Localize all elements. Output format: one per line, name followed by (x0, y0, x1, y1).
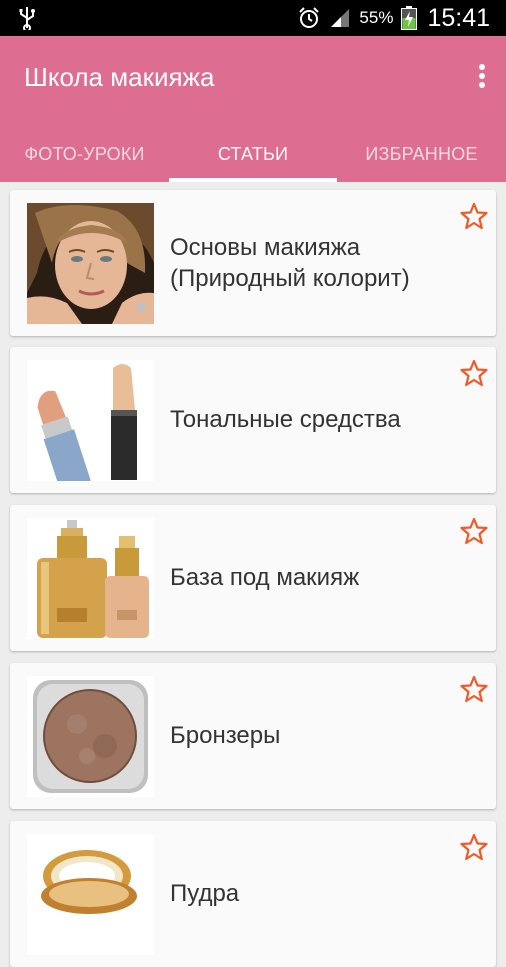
bronzer-powder-jar-image (27, 676, 154, 797)
article-thumbnail (27, 360, 154, 481)
woman-portrait-image (27, 203, 154, 324)
favorite-star-icon[interactable] (460, 517, 488, 545)
signal-icon (331, 9, 350, 27)
article-card[interactable]: Тональные средства (10, 347, 496, 493)
tab-favorites[interactable]: ИЗБРАННОЕ (337, 126, 506, 182)
article-title: Тональные средства (170, 406, 401, 434)
favorite-star-icon[interactable] (460, 202, 488, 230)
article-thumbnail (27, 203, 154, 324)
status-bar: 55% 15:41 (0, 0, 506, 36)
compact-powder-image (27, 834, 154, 955)
article-thumbnail (27, 834, 154, 955)
battery-charging-icon (401, 6, 418, 30)
foundation-bottles-image (27, 518, 154, 639)
active-tab-indicator (169, 178, 337, 182)
article-title: Основы макияжа (Природный колорит) (170, 233, 410, 292)
article-title: Пудра (170, 880, 240, 908)
overflow-menu-icon[interactable] (476, 62, 488, 90)
favorite-star-icon[interactable] (460, 675, 488, 703)
battery-percent: 55% (359, 8, 394, 27)
favorite-star-icon[interactable] (460, 833, 488, 861)
article-thumbnail (27, 518, 154, 639)
article-title: База под макияж (170, 564, 360, 592)
alarm-icon (299, 7, 320, 28)
article-card[interactable]: Основы макияжа (Природный колорит) (10, 190, 496, 336)
tab-photo-lessons[interactable]: ФОТО-УРОКИ (0, 126, 169, 182)
article-title: Бронзеры (170, 722, 281, 750)
app-title: Школа макияжа (24, 62, 215, 92)
tab-bar: ФОТО-УРОКИ СТАТЬИ ИЗБРАННОЕ (0, 126, 506, 182)
app-bar: Школа макияжа ФОТО-УРОКИ СТАТЬИ ИЗБРАННО… (0, 36, 506, 182)
article-thumbnail (27, 676, 154, 797)
article-card[interactable]: База под макияж (10, 505, 496, 651)
article-card[interactable]: Бронзеры (10, 663, 496, 809)
favorite-star-icon[interactable] (460, 359, 488, 387)
tab-articles[interactable]: СТАТЬИ (169, 126, 337, 182)
clock: 15:41 (427, 3, 490, 32)
article-card[interactable]: Пудра (10, 821, 496, 967)
lipstick-and-concealer-image (27, 360, 154, 481)
usb-icon (19, 7, 35, 30)
